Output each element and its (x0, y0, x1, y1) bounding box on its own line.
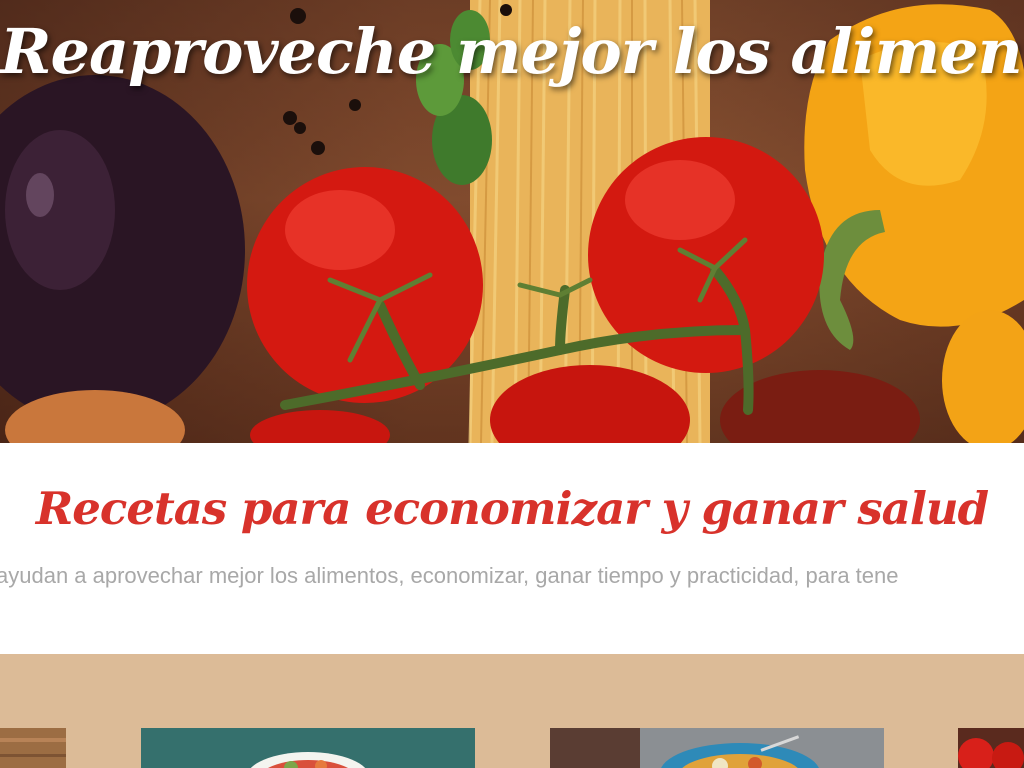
food-plate-photo-icon (550, 728, 884, 768)
recipes-band (0, 654, 1024, 768)
section-title: Recetas para economizar y ganar salud (35, 482, 989, 535)
hero-banner: Reaproveche mejor los alimentos (0, 0, 1024, 443)
recipe-card-3[interactable] (550, 728, 884, 768)
tomatoes-photo-icon (958, 728, 1024, 768)
section-description: ayudan a aprovechar mejor los alimentos,… (0, 563, 899, 588)
hero-title: Reaproveche mejor los alimentos (0, 15, 1024, 88)
wood-photo-icon (0, 728, 66, 768)
salad-bowl-photo-icon (141, 728, 475, 768)
recipe-card-2[interactable] (141, 728, 475, 768)
recipe-card-4[interactable] (958, 728, 1024, 768)
recipe-card-1[interactable] (0, 728, 66, 768)
intro-section: Recetas para economizar y ganar salud ay… (0, 443, 1024, 654)
